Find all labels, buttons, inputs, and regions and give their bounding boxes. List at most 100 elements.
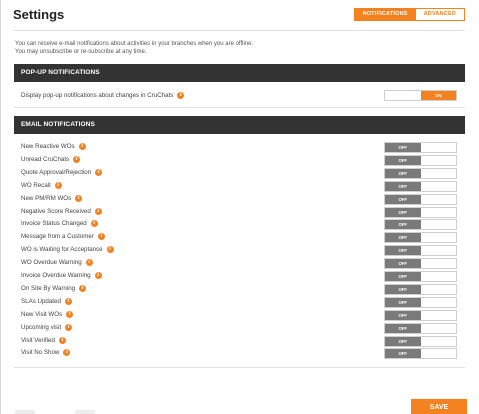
- email-toggle[interactable]: OFF: [384, 283, 457, 295]
- email-setting-row: Upcoming visit i OFF: [14, 322, 465, 335]
- email-toggle[interactable]: OFF: [384, 154, 457, 166]
- toggle-off-side[interactable]: OFF: [385, 349, 421, 359]
- email-toggle[interactable]: OFF: [384, 245, 457, 257]
- toggle-off-side[interactable]: OFF: [385, 143, 421, 152]
- toggle-off-side[interactable]: OFF: [385, 310, 421, 320]
- toggle-on-side[interactable]: [420, 233, 456, 243]
- email-toggle[interactable]: OFF: [384, 348, 457, 360]
- info-icon[interactable]: i: [78, 143, 86, 150]
- popup-setting-label: Display pop-up notifications about chang…: [21, 92, 174, 100]
- email-setting-label: New Visit WOs: [21, 310, 63, 318]
- info-icon[interactable]: i: [73, 155, 81, 163]
- toggle-on-side[interactable]: [420, 181, 456, 191]
- info-icon[interactable]: i: [94, 207, 102, 215]
- toggle-on-side[interactable]: [420, 297, 456, 307]
- email-toggle[interactable]: OFF: [384, 335, 457, 347]
- info-icon[interactable]: i: [66, 310, 74, 318]
- email-setting-row: Invoice Status Changed i OFF: [14, 218, 465, 231]
- toggle-off-side[interactable]: [385, 91, 421, 100]
- toggle-on-side[interactable]: [420, 168, 456, 178]
- info-icon[interactable]: i: [106, 246, 114, 254]
- info-icon[interactable]: i: [90, 220, 98, 228]
- toggle-off-side[interactable]: OFF: [385, 168, 421, 178]
- info-icon[interactable]: i: [64, 297, 72, 305]
- toggle-on-side[interactable]: [420, 155, 456, 165]
- email-setting-label: WO is Waiting for Acceptance: [21, 246, 103, 254]
- header-divider: [13, 30, 465, 31]
- email-setting-label: Visit No Show: [21, 349, 60, 357]
- email-toggle[interactable]: OFF: [384, 271, 457, 282]
- info-icon[interactable]: i: [97, 233, 105, 241]
- email-setting-label: SLAs Updated: [21, 297, 61, 305]
- email-toggle[interactable]: OFF: [384, 206, 457, 218]
- email-toggle[interactable]: OFF: [384, 219, 457, 231]
- toggle-off-side[interactable]: OFF: [385, 246, 421, 256]
- toggle-on-side[interactable]: [420, 259, 456, 269]
- email-setting-label: Upcoming visit: [21, 323, 62, 331]
- info-icon[interactable]: i: [65, 323, 73, 331]
- email-setting-label: Negative Score Received: [21, 207, 91, 215]
- toggle-on-side[interactable]: [420, 246, 456, 256]
- toggle-off-side[interactable]: OFF: [385, 297, 421, 307]
- save-button[interactable]: SAVE: [411, 399, 467, 414]
- toggle-on-side[interactable]: [420, 310, 456, 320]
- toggle-off-side[interactable]: OFF: [385, 259, 421, 269]
- toggle-on-side[interactable]: [420, 284, 456, 294]
- email-setting-row: New Reactive WOs i OFF: [14, 141, 465, 154]
- popup-section-header: POP-UP NOTIFICATIONS: [14, 64, 465, 82]
- email-setting-row: SLAs Updated i OFF: [14, 296, 465, 309]
- scroll-edge: [15, 410, 35, 414]
- info-icon[interactable]: i: [177, 92, 185, 99]
- toggle-on-side[interactable]: ON: [420, 91, 456, 100]
- email-setting-row: New Visit WOs i OFF: [14, 309, 465, 322]
- info-icon[interactable]: i: [95, 168, 103, 176]
- email-setting-row: WO Recall i OFF: [14, 180, 465, 193]
- email-setting-label: WO Overdue Warning: [21, 259, 82, 267]
- email-setting-row: On Site By Warning i OFF: [14, 283, 465, 296]
- toggle-off-side[interactable]: OFF: [385, 194, 421, 204]
- email-setting-label: Invoice Status Changed: [21, 220, 87, 228]
- info-icon[interactable]: i: [75, 194, 83, 202]
- toggle-on-side[interactable]: [420, 323, 456, 333]
- toggle-off-side[interactable]: OFF: [385, 207, 421, 217]
- toggle-on-side[interactable]: [420, 220, 456, 230]
- intro-line-1: You can receive e-mail notifications abo…: [15, 41, 254, 47]
- email-toggle[interactable]: OFF: [384, 322, 457, 334]
- popup-toggle[interactable]: ON: [384, 90, 457, 101]
- info-icon[interactable]: i: [63, 349, 71, 357]
- toggle-on-side[interactable]: [420, 143, 456, 152]
- tab-notifications[interactable]: NOTIFICATIONS: [354, 9, 416, 20]
- toggle-off-side[interactable]: OFF: [385, 233, 421, 243]
- toggle-on-side[interactable]: [420, 207, 456, 217]
- email-toggle[interactable]: OFF: [384, 309, 457, 321]
- info-icon[interactable]: i: [85, 259, 93, 267]
- email-setting-label: Visit Verified: [21, 336, 55, 344]
- toggle-on-side[interactable]: [420, 272, 456, 281]
- info-icon[interactable]: i: [94, 272, 102, 279]
- email-toggle[interactable]: OFF: [384, 167, 457, 179]
- email-toggle[interactable]: OFF: [384, 193, 457, 205]
- toggle-off-side[interactable]: OFF: [385, 284, 421, 294]
- toggle-on-side[interactable]: [420, 336, 456, 346]
- toggle-off-side[interactable]: OFF: [385, 181, 421, 191]
- email-toggle[interactable]: OFF: [384, 142, 457, 153]
- toggle-on-side[interactable]: [420, 194, 456, 204]
- email-toggle[interactable]: OFF: [384, 232, 457, 244]
- email-setting-label: Unread CruChats: [21, 156, 70, 164]
- info-icon[interactable]: i: [58, 336, 66, 344]
- info-icon[interactable]: i: [54, 181, 62, 189]
- email-toggle[interactable]: OFF: [384, 258, 457, 270]
- toggle-off-side[interactable]: OFF: [385, 323, 421, 333]
- toggle-off-side[interactable]: OFF: [385, 155, 421, 165]
- toggle-off-side[interactable]: OFF: [385, 272, 421, 281]
- email-toggle[interactable]: OFF: [384, 180, 457, 192]
- email-toggle[interactable]: OFF: [384, 296, 457, 308]
- toggle-off-side[interactable]: OFF: [385, 336, 421, 346]
- email-setting-row: Visit No Show i OFF: [14, 347, 465, 360]
- info-icon[interactable]: i: [79, 284, 87, 292]
- email-setting-label: Quote Approval/Rejection: [21, 168, 92, 176]
- toggle-off-side[interactable]: OFF: [385, 220, 421, 230]
- tab-advanced[interactable]: ADVANCED: [415, 9, 464, 20]
- toggle-on-side[interactable]: [420, 349, 456, 359]
- settings-panel: Settings NOTIFICATIONS ADVANCED You can …: [0, 0, 479, 414]
